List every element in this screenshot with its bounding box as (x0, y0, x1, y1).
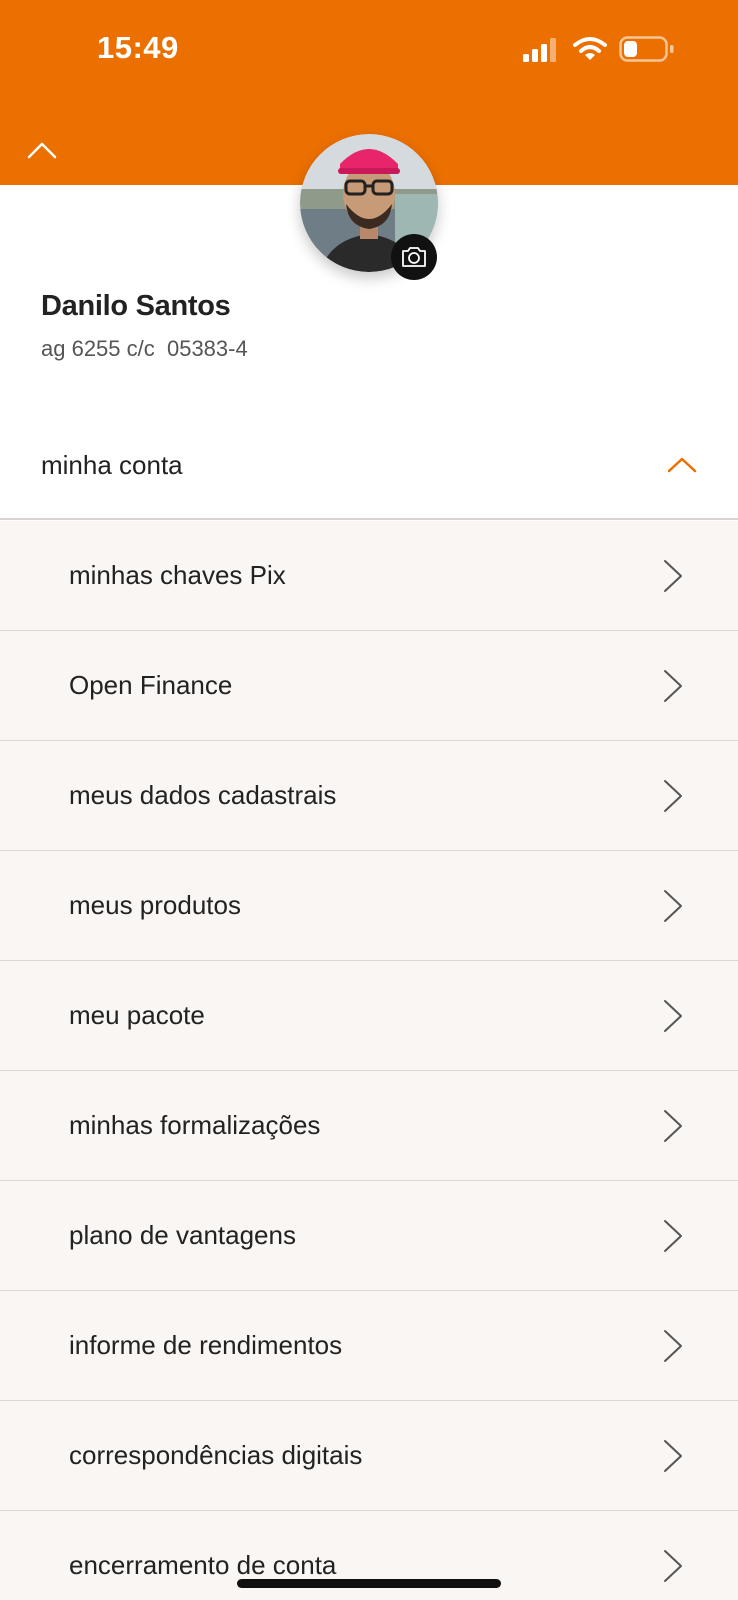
menu-item-label: meus dados cadastrais (69, 780, 337, 810)
menu-item-label: meu pacote (69, 1000, 205, 1030)
menu-item-label: informe de rendimentos (69, 1330, 343, 1360)
menu-item-plano-vantagens[interactable]: plano de vantagens (0, 1181, 738, 1291)
chevron-right-icon (664, 1329, 682, 1362)
wifi-icon (573, 37, 607, 60)
menu-item-correspondencias-digitais[interactable]: correspondências digitais (0, 1401, 738, 1511)
menu-item-label: minhas chaves Pix (69, 560, 286, 590)
menu-item-label: encerramento de conta (69, 1550, 337, 1580)
chevron-right-icon (664, 999, 682, 1032)
menu-item-label: meus produtos (69, 890, 241, 920)
menu-item-label: minhas formalizações (69, 1110, 321, 1140)
chevron-right-icon (664, 669, 682, 702)
profile-account-info: ag 6255 c/c 05383-4 (41, 336, 248, 361)
menu-item-label: Open Finance (69, 670, 233, 700)
menu-item-informe-rendimentos[interactable]: informe de rendimentos (0, 1291, 738, 1401)
chevron-right-icon (664, 1549, 682, 1582)
change-photo-button[interactable] (391, 234, 437, 280)
status-time: 15:49 (97, 30, 179, 65)
home-indicator (237, 1579, 501, 1588)
menu-item-label: correspondências digitais (69, 1440, 363, 1470)
signal-icon (523, 38, 556, 62)
chevron-right-icon (664, 1439, 682, 1472)
chevron-up-icon (27, 142, 57, 159)
profile-name: Danilo Santos (41, 290, 231, 322)
chevron-up-icon (667, 457, 697, 473)
menu-item-meus-produtos[interactable]: meus produtos (0, 851, 738, 961)
menu-item-open-finance[interactable]: Open Finance (0, 631, 738, 741)
section-title: minha conta (41, 449, 183, 480)
camera-icon (402, 247, 426, 267)
chevron-right-icon (664, 779, 682, 812)
menu-item-label: plano de vantagens (69, 1220, 296, 1250)
battery-icon (619, 36, 674, 62)
chevron-right-icon (664, 559, 682, 592)
collapse-header-button[interactable] (20, 133, 64, 167)
status-bar: 15:49 (0, 0, 738, 100)
section-toggle-minha-conta[interactable]: minha conta (0, 412, 738, 520)
account-menu-list: minhas chaves Pix Open Finance meus dado… (0, 521, 738, 1600)
menu-item-meu-pacote[interactable]: meu pacote (0, 961, 738, 1071)
menu-item-chaves-pix[interactable]: minhas chaves Pix (0, 521, 738, 631)
chevron-right-icon (664, 1109, 682, 1142)
chevron-right-icon (664, 889, 682, 922)
chevron-right-icon (664, 1219, 682, 1252)
menu-item-formalizacoes[interactable]: minhas formalizações (0, 1071, 738, 1181)
avatar-container (300, 134, 438, 280)
menu-item-dados-cadastrais[interactable]: meus dados cadastrais (0, 741, 738, 851)
